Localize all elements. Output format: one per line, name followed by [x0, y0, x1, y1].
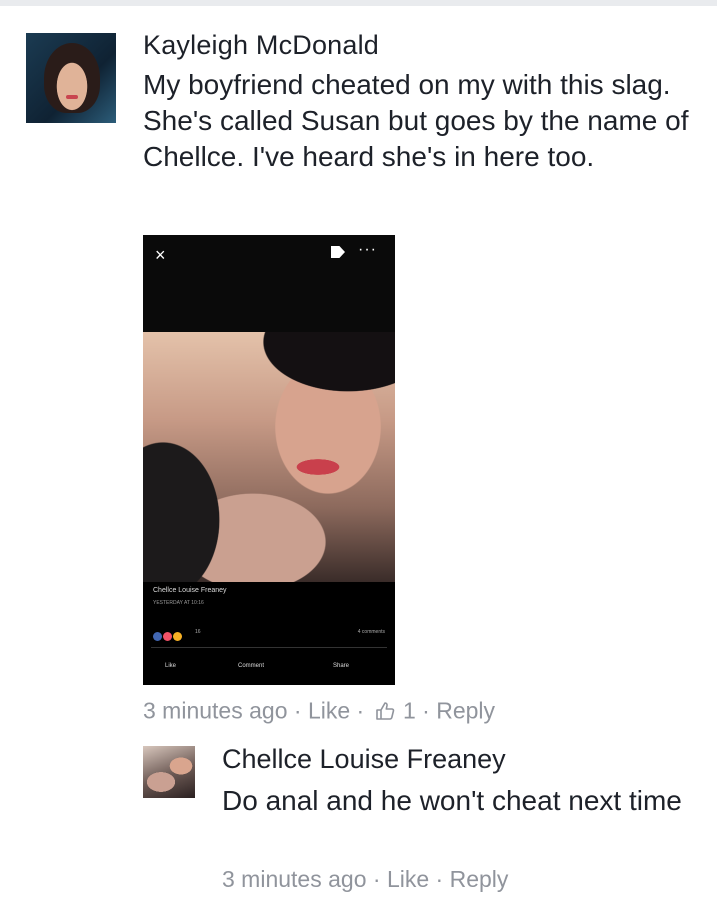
screenshot-poster-date: YESTERDAY AT 10:16 [153, 600, 204, 606]
reply-author[interactable]: Chellce Louise Freaney [222, 744, 506, 775]
comment-meta: 3 minutes ago · Like · 1 · Reply [143, 696, 495, 724]
like-count[interactable]: 1 [403, 697, 416, 723]
screenshot-comment: Comment [238, 663, 265, 669]
meta-separator: · [356, 697, 365, 724]
screenshot-reaction-count: 16 [195, 629, 201, 635]
meta-separator: · [435, 866, 444, 892]
screenshot-like: Like [165, 663, 177, 669]
screenshot-share: Share [333, 663, 350, 669]
screenshot-comments-count: 4 comments [357, 629, 385, 635]
photo-shirt [143, 400, 238, 582]
reply-meta: 3 minutes ago · Like · Reply [222, 866, 508, 893]
reaction-icons [153, 628, 193, 641]
comment-time[interactable]: 3 minutes ago [143, 697, 287, 723]
reply-reply-link[interactable]: Reply [450, 866, 509, 892]
reply-time[interactable]: 3 minutes ago [222, 866, 366, 892]
avatar-face [44, 43, 100, 113]
comment-author[interactable]: Kayleigh McDonald [143, 30, 379, 61]
close-icon: × [155, 245, 166, 265]
comment-text: My boyfriend cheated on my with this sla… [143, 69, 689, 172]
top-divider [0, 0, 717, 6]
avatar[interactable] [26, 33, 116, 123]
more-icon: ··· [358, 241, 377, 258]
avatar-lips [66, 95, 78, 99]
reply-avatar[interactable] [143, 746, 195, 798]
photo-hair [238, 332, 395, 427]
reply-text: Do anal and he won't cheat next time [222, 785, 682, 816]
meta-separator: · [422, 697, 430, 724]
meta-separator: · [293, 697, 302, 724]
reply-like-link[interactable]: Like [387, 866, 429, 892]
thumbs-up-icon [375, 702, 394, 720]
attached-screenshot[interactable]: × ··· Chellce Louise Freaney YESTERDAY A… [143, 235, 395, 685]
like-link[interactable]: Like [308, 697, 350, 723]
screenshot-poster-name: Chellce Louise Freaney [153, 587, 227, 594]
reply-link[interactable]: Reply [436, 697, 495, 723]
meta-separator: · [372, 866, 381, 892]
screenshot-divider [151, 647, 387, 648]
